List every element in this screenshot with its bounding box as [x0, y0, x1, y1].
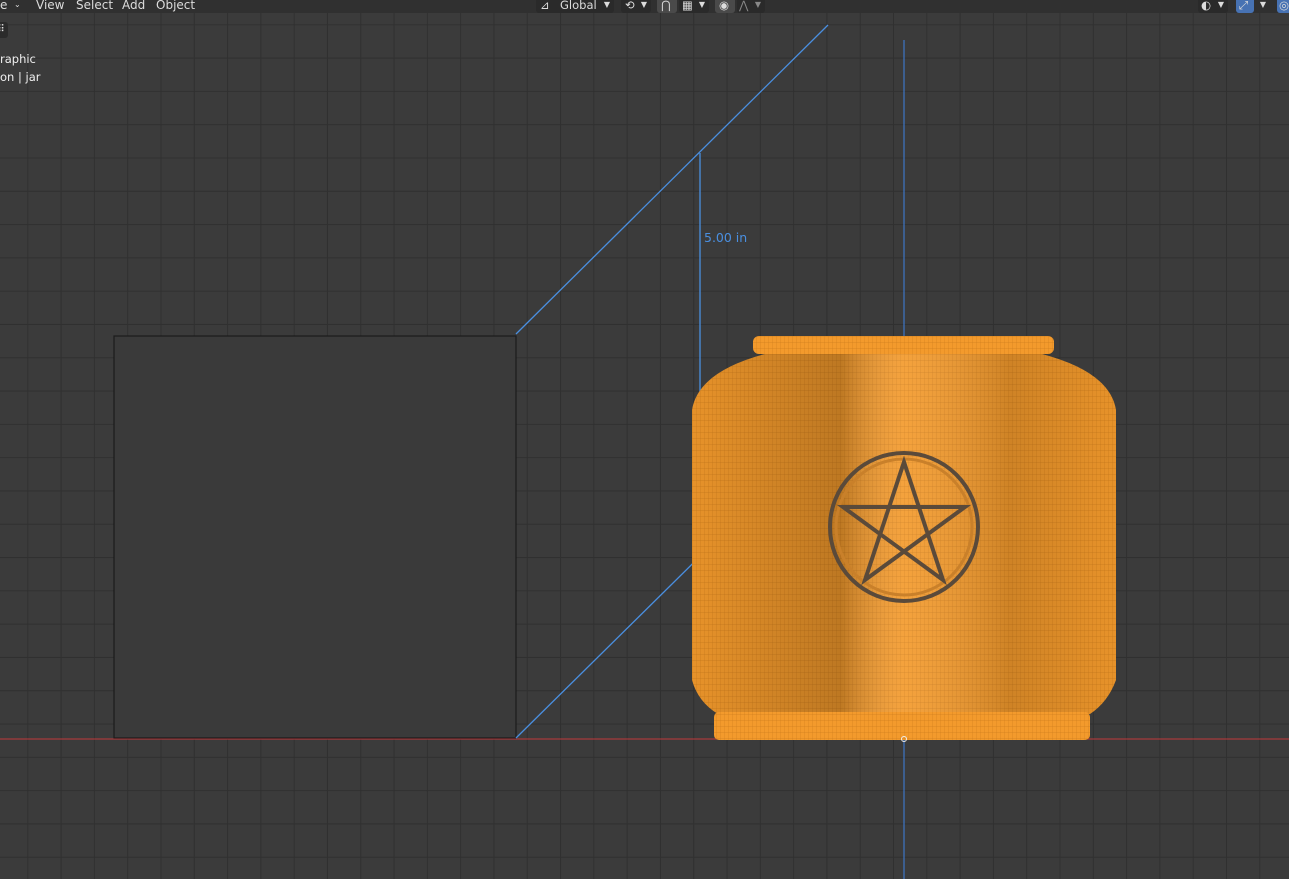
pivot-point-dropdown[interactable]: ⟲ ▼: [621, 0, 651, 13]
orientation-label: Global: [560, 0, 597, 12]
proportional-edit-icon: ◉: [719, 0, 730, 12]
chevron-down-icon: ▼: [698, 0, 705, 9]
toolbar-toggle-icon[interactable]: ⠿: [0, 22, 8, 38]
reference-plane[interactable]: [113, 335, 517, 739]
snap-toggle[interactable]: ⋂: [657, 0, 677, 13]
chevron-down-icon: ▼: [640, 0, 647, 9]
menu-add[interactable]: Add: [122, 0, 145, 13]
visibility-dropdown[interactable]: ◐ ▼: [1198, 0, 1228, 13]
view-name-text: raphic: [0, 52, 36, 66]
chevron-down-icon: ▼: [603, 0, 610, 9]
menu-object[interactable]: Object: [156, 0, 195, 13]
menu-select[interactable]: Select: [76, 0, 113, 13]
viewport-header: e ⌄ View Select Add Object ⊿ Global ▼ ⟲ …: [0, 0, 1289, 13]
transform-orientation-dropdown[interactable]: ⊿ Global ▼: [536, 0, 614, 13]
pivot-icon: ⟲: [625, 0, 635, 12]
gizmo-dropdown[interactable]: ▼: [1256, 0, 1270, 13]
scene-canvas[interactable]: [0, 0, 1289, 879]
dropdown-chevron-icon: ⌄: [14, 0, 21, 9]
snap-target-dropdown[interactable]: ▦ ▼: [679, 0, 709, 13]
overlay-toggle[interactable]: ◎: [1277, 0, 1289, 13]
proportional-edit-toggle[interactable]: ◉: [715, 0, 735, 13]
chevron-down-icon: ▼: [1259, 0, 1266, 9]
falloff-dropdown[interactable]: ⋀ ▼: [737, 0, 765, 13]
visibility-icon: ◐: [1201, 0, 1212, 12]
falloff-icon: ⋀: [739, 0, 749, 12]
overlay-icon: ◎: [1279, 0, 1289, 12]
collection-object-text: on | jar: [0, 70, 41, 84]
measurement-label: 5.00 in: [704, 230, 748, 245]
jar-object[interactable]: [692, 336, 1116, 742]
snap-target-icon: ▦: [682, 0, 693, 12]
chevron-down-icon: ▼: [1217, 0, 1224, 9]
snap-icon: ⋂: [661, 0, 671, 12]
chevron-down-icon: ▼: [754, 0, 761, 9]
editor-type-menu-fragment[interactable]: e: [0, 0, 7, 13]
menu-view[interactable]: View: [36, 0, 64, 13]
orientation-icon: ⊿: [540, 0, 550, 12]
gizmo-toggle[interactable]: ⤢: [1236, 0, 1254, 13]
gizmo-icon: ⤢: [1239, 0, 1249, 12]
